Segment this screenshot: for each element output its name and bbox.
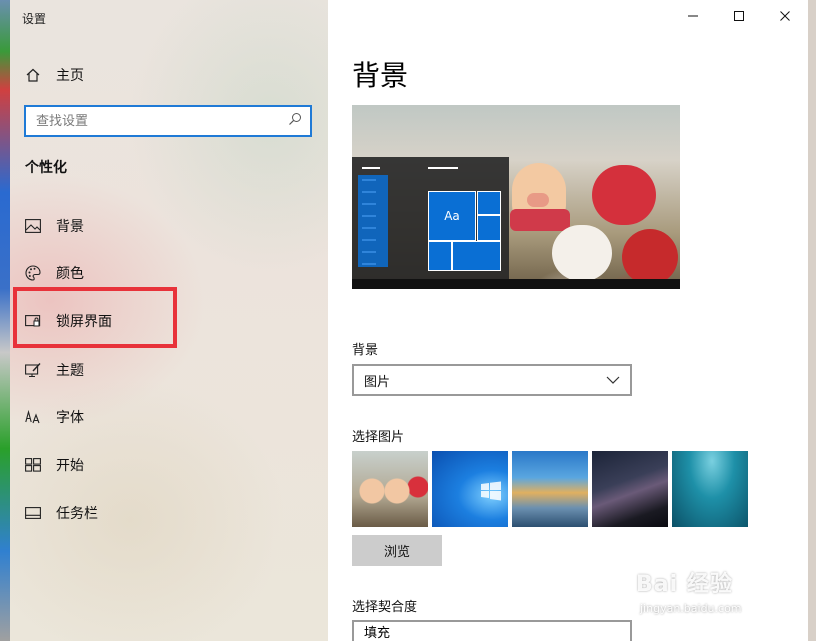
preview-menu-line [362, 167, 380, 169]
home-icon [24, 66, 42, 84]
minimize-button[interactable] [670, 0, 716, 32]
section-title: 个性化 [25, 160, 67, 176]
preview-taskbar [352, 279, 680, 289]
nav-item-label: 背景 [56, 219, 84, 235]
background-preview: Aa [352, 105, 680, 289]
minimize-icon [688, 15, 698, 17]
chevron-down-icon [606, 376, 620, 384]
choose-picture-label: 选择图片 [352, 430, 405, 445]
preview-start-menu: Aa [352, 157, 509, 279]
maximize-icon [734, 11, 744, 21]
preview-pig-nose [527, 193, 549, 207]
picture-thumbnail[interactable] [432, 451, 508, 527]
nav-item-label: 主题 [56, 363, 84, 379]
picture-thumbnail[interactable] [672, 451, 748, 527]
browse-button[interactable]: 浏览 [352, 535, 442, 566]
nav-item-start[interactable]: 开始 [24, 448, 314, 482]
nav-home[interactable]: 主页 [24, 60, 314, 90]
fit-label: 选择契合度 [352, 600, 418, 615]
content-pane: 背景 Aa 背景 图片 选择图片 浏览 选择契合度 填充 [328, 0, 808, 641]
preview-pot-red [622, 229, 678, 285]
close-icon [780, 11, 790, 21]
preview-menu-column [358, 175, 388, 267]
settings-window: 设置 主页 个性化 背景 颜色 [10, 0, 808, 641]
windows-logo-icon [481, 481, 501, 501]
font-icon [24, 408, 42, 426]
preview-tile [452, 241, 501, 271]
search-icon[interactable] [288, 112, 302, 130]
highlight-annotation [13, 287, 177, 348]
nav-item-background[interactable]: 背景 [24, 209, 314, 243]
picture-thumbnail[interactable] [512, 451, 588, 527]
search-box[interactable] [24, 105, 312, 137]
background-type-value: 图片 [364, 374, 391, 390]
taskbar-icon [24, 504, 42, 522]
watermark-url: jingyan.baidu.com [640, 602, 742, 615]
watermark-logo-text: Bai 经验 [636, 572, 733, 597]
preview-tile [428, 241, 452, 271]
close-button[interactable] [762, 0, 808, 32]
image-icon [24, 217, 42, 235]
fit-value: 填充 [364, 626, 391, 641]
nav-item-themes[interactable]: 主题 [24, 353, 314, 387]
background-type-dropdown[interactable]: 图片 [352, 364, 632, 396]
preview-tile [477, 215, 501, 241]
nav-home-label: 主页 [56, 68, 84, 84]
nav-item-label: 任务栏 [56, 506, 98, 522]
palette-icon [24, 264, 42, 282]
baidu-watermark: Bai 经验 jingyan.baidu.com [610, 558, 810, 630]
preview-pig-shirt [510, 209, 570, 231]
picture-thumbnail[interactable] [592, 451, 668, 527]
nav-item-label: 开始 [56, 458, 84, 474]
maximize-button[interactable] [716, 0, 762, 32]
window-controls [670, 0, 808, 32]
nav-item-taskbar[interactable]: 任务栏 [24, 496, 314, 530]
page-title: 背景 [352, 59, 409, 92]
nav-item-fonts[interactable]: 字体 [24, 400, 314, 434]
picture-thumbnail[interactable] [352, 451, 428, 527]
fit-dropdown[interactable]: 填充 [352, 620, 632, 641]
preview-tile-aa: Aa [428, 191, 476, 241]
desktop-background [0, 0, 10, 641]
background-label: 背景 [352, 343, 379, 358]
preview-tile [477, 191, 501, 215]
nav-item-colors[interactable]: 颜色 [24, 256, 314, 290]
search-input[interactable] [36, 113, 288, 129]
window-title: 设置 [22, 12, 47, 26]
nav-item-label: 颜色 [56, 266, 84, 282]
preview-menu-line [428, 167, 458, 169]
start-icon [24, 456, 42, 474]
preview-flower [592, 165, 656, 225]
nav-item-label: 字体 [56, 410, 84, 426]
preview-pot [552, 225, 612, 281]
theme-icon [24, 361, 42, 379]
nav-pane: 设置 主页 个性化 背景 颜色 [10, 0, 328, 641]
